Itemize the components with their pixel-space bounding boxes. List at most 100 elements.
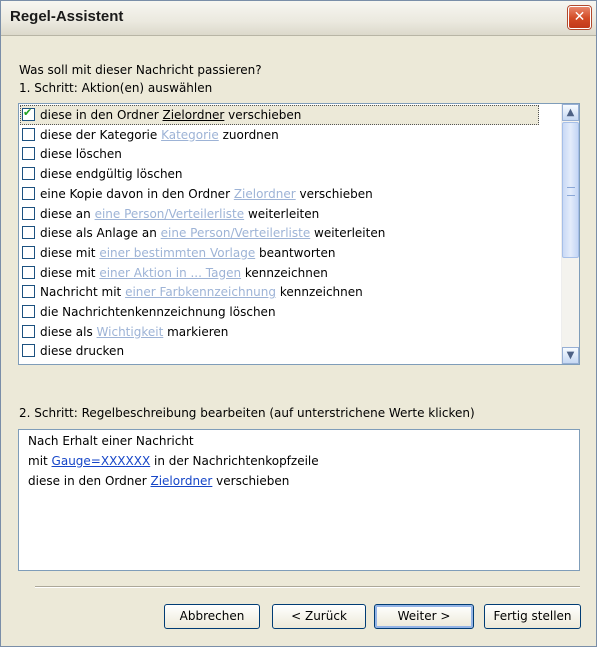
next-button[interactable]: Weiter > bbox=[374, 604, 474, 629]
action-text-suffix: zuordnen bbox=[218, 127, 279, 142]
action-row[interactable]: diese endgültig löschen bbox=[20, 164, 539, 184]
action-label: diese in den Ordner Zielordner verschieb… bbox=[40, 105, 301, 125]
action-label: diese an eine Person/Verteilerliste weit… bbox=[40, 204, 319, 224]
close-button[interactable]: ✕ bbox=[568, 6, 591, 29]
description-line-2: mit Gauge=XXXXXX in der Nachrichtenkopfz… bbox=[28, 454, 319, 468]
action-text: diese als bbox=[40, 324, 97, 339]
separator bbox=[35, 586, 580, 588]
action-label: Nachricht mit einer Farbkennzeichnung ke… bbox=[40, 282, 363, 302]
grip-icon bbox=[567, 187, 575, 196]
description-line-2-prefix: mit bbox=[28, 454, 52, 468]
back-button[interactable]: < Zurück bbox=[272, 604, 366, 629]
description-line-3-prefix: diese in den Ordner bbox=[28, 474, 151, 488]
action-text: diese mit bbox=[40, 245, 100, 260]
action-checkbox[interactable] bbox=[22, 226, 35, 240]
action-label: eine Kopie davon in den Ordner Zielordne… bbox=[40, 184, 373, 204]
scroll-down-button[interactable]: ▼ bbox=[562, 347, 579, 364]
title-bar: Regel-Assistent ✕ bbox=[1, 1, 596, 36]
action-row[interactable]: diese als Wichtigkeit markieren bbox=[20, 322, 539, 342]
action-parameter-link: einer Aktion in ... Tagen bbox=[99, 265, 242, 280]
action-parameter-link: Zielordner bbox=[233, 186, 296, 201]
scroll-up-button[interactable]: ▲ bbox=[562, 104, 579, 121]
action-text-suffix: weiterleiten bbox=[310, 226, 386, 241]
action-text-suffix: beantworten bbox=[255, 245, 336, 260]
action-text: diese an bbox=[40, 206, 95, 221]
rule-wizard-window: Regel-Assistent ✕ Was soll mit dieser Na… bbox=[0, 0, 597, 647]
action-text: Nachricht mit bbox=[40, 285, 126, 300]
action-checkbox[interactable] bbox=[22, 147, 35, 161]
action-checkbox[interactable] bbox=[22, 285, 35, 299]
action-checkbox[interactable] bbox=[22, 167, 35, 181]
step2-label: 2. Schritt: Regelbeschreibung bearbeiten… bbox=[19, 406, 475, 420]
description-line-2-suffix: in der Nachrichtenkopfzeile bbox=[150, 454, 319, 468]
cancel-button[interactable]: Abbrechen bbox=[164, 604, 260, 629]
action-parameter-link[interactable]: Zielordner bbox=[162, 108, 224, 122]
action-label: diese mit einer bestimmten Vorlage beant… bbox=[40, 243, 335, 263]
target-folder-link[interactable]: Zielordner bbox=[150, 474, 212, 488]
action-checkbox[interactable] bbox=[22, 324, 35, 338]
action-row[interactable]: diese an eine Person/Verteilerliste weit… bbox=[20, 204, 539, 224]
description-line-3: diese in den Ordner Zielordner verschieb… bbox=[28, 474, 289, 488]
finish-button[interactable]: Fertig stellen bbox=[484, 604, 581, 629]
action-text-suffix: kennzeichnen bbox=[241, 265, 328, 280]
vertical-scrollbar[interactable]: ▲ ▼ bbox=[561, 104, 579, 364]
scroll-thumb[interactable] bbox=[562, 122, 579, 258]
actions-list[interactable]: ✔ diese in den Ordner Zielordner verschie… bbox=[18, 103, 580, 365]
action-parameter-link: eine Person/Verteilerliste bbox=[160, 226, 311, 241]
action-parameter-link: Wichtigkeit bbox=[96, 324, 164, 339]
step1-label: 1. Schritt: Aktion(en) auswählen bbox=[19, 81, 213, 95]
action-row[interactable]: diese mit einer bestimmten Vorlage beant… bbox=[20, 243, 539, 263]
action-parameter-link: eine Person/Verteilerliste bbox=[94, 206, 245, 221]
action-row[interactable]: ✔ diese in den Ordner Zielordner verschie… bbox=[20, 105, 539, 125]
action-text-suffix: verschieben bbox=[224, 108, 302, 122]
action-row[interactable]: diese löschen bbox=[20, 144, 539, 164]
action-text: diese als Anlage an bbox=[40, 226, 161, 241]
action-parameter-link: einer bestimmten Vorlage bbox=[99, 245, 256, 260]
action-label: diese der Kategorie Kategorie zuordnen bbox=[40, 125, 279, 145]
action-row[interactable]: diese mit einer Aktion in ... Tagen kenn… bbox=[20, 263, 539, 283]
action-label: diese drucken bbox=[40, 341, 124, 361]
window-title: Regel-Assistent bbox=[10, 8, 124, 25]
action-label: diese als Wichtigkeit markieren bbox=[40, 322, 228, 342]
chevron-down-icon: ▼ bbox=[566, 350, 575, 361]
action-label: diese löschen bbox=[40, 144, 122, 164]
description-line-1: Nach Erhalt einer Nachricht bbox=[28, 434, 194, 448]
action-checkbox[interactable] bbox=[22, 127, 35, 141]
action-checkbox[interactable] bbox=[22, 245, 35, 259]
action-label: diese mit einer Aktion in ... Tagen kenn… bbox=[40, 263, 328, 283]
action-text-suffix: verschieben bbox=[295, 186, 373, 201]
close-icon: ✕ bbox=[573, 9, 586, 25]
action-label: diese endgültig löschen bbox=[40, 164, 183, 184]
action-text-suffix: markieren bbox=[163, 324, 229, 339]
action-text-suffix: weiterleiten bbox=[244, 206, 320, 221]
chevron-up-icon: ▲ bbox=[566, 107, 575, 118]
action-row[interactable]: diese drucken bbox=[20, 341, 539, 361]
action-checkbox[interactable] bbox=[22, 305, 35, 318]
action-text: eine Kopie davon in den Ordner bbox=[40, 186, 234, 201]
gauge-value-link[interactable]: Gauge=XXXXXX bbox=[52, 454, 151, 468]
action-text: diese endgültig löschen bbox=[40, 167, 183, 182]
action-checkbox[interactable] bbox=[22, 344, 35, 358]
action-row[interactable]: die Nachrichtenkennzeichnung löschen bbox=[20, 302, 539, 322]
action-checkbox[interactable] bbox=[22, 265, 35, 279]
action-checkbox[interactable]: ✔ bbox=[22, 106, 35, 121]
action-row[interactable]: diese als Anlage an eine Person/Verteile… bbox=[20, 223, 539, 243]
action-row[interactable]: Nachricht mit einer Farbkennzeichnung ke… bbox=[20, 282, 539, 302]
action-text: diese drucken bbox=[40, 344, 125, 359]
action-checkbox[interactable] bbox=[22, 186, 35, 200]
action-row[interactable]: eine Kopie davon in den Ordner Zielordne… bbox=[20, 184, 539, 204]
action-text: diese der Kategorie bbox=[40, 127, 162, 142]
action-parameter-link: einer Farbkennzeichnung bbox=[125, 285, 277, 300]
rule-description-box: Nach Erhalt einer Nachricht mit Gauge=XX… bbox=[18, 429, 580, 571]
action-text-suffix: kennzeichnen bbox=[276, 285, 363, 300]
action-label: die Nachrichtenkennzeichnung löschen bbox=[40, 302, 276, 322]
action-text: diese in den Ordner bbox=[40, 108, 163, 122]
prompt-label: Was soll mit dieser Nachricht passieren? bbox=[19, 63, 262, 77]
checkmark-icon: ✔ bbox=[23, 106, 33, 119]
action-row[interactable]: diese der Kategorie Kategorie zuordnen bbox=[20, 125, 539, 145]
description-line-3-suffix: verschieben bbox=[212, 474, 290, 488]
action-checkbox[interactable] bbox=[22, 206, 35, 220]
action-text: die Nachrichtenkennzeichnung löschen bbox=[40, 305, 276, 319]
action-parameter-link: Kategorie bbox=[161, 127, 219, 142]
action-text: diese mit bbox=[40, 265, 100, 280]
